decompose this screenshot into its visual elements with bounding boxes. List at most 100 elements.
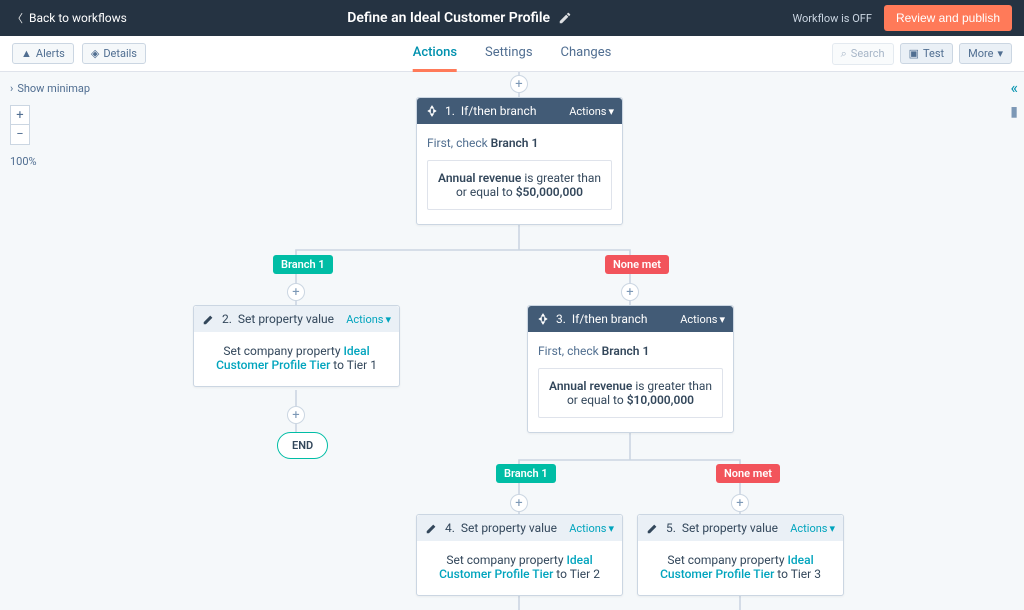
tab-actions[interactable]: Actions [413, 36, 457, 72]
minimap-label: Show minimap [17, 82, 90, 95]
card-header: 2. Set property value Actions ▾ [194, 306, 399, 332]
card-title-num: 4. [445, 521, 455, 535]
zoom-out-button[interactable]: − [10, 125, 30, 145]
card-header: 1. If/then branch Actions ▾ [417, 98, 622, 124]
rule-value: $10,000,000 [627, 393, 694, 407]
details-button[interactable]: ◈ Details [82, 43, 146, 64]
add-node-plus[interactable]: + [510, 494, 528, 512]
tab-settings[interactable]: Settings [485, 36, 532, 72]
chevron-left-icon: 〈 [12, 10, 23, 26]
back-to-workflows-link[interactable]: 〈 Back to workflows [12, 10, 127, 26]
branch-icon [425, 104, 439, 118]
none-met-badge-2[interactable]: None met [716, 464, 780, 483]
edit-icon [202, 312, 216, 326]
add-node-plus[interactable]: + [287, 406, 305, 424]
chevron-down-icon: ▾ [829, 522, 835, 535]
card-header: 4. Set property value Actions ▾ [417, 515, 622, 541]
chevron-down-icon: ▾ [385, 313, 391, 326]
node-setproperty-5[interactable]: 5. Set property value Actions ▾ Set comp… [637, 514, 844, 596]
rule-box: Annual revenue is greater than or equal … [538, 368, 723, 418]
actions-label: Actions [569, 522, 606, 535]
node-ifthen-1[interactable]: 1. If/then branch Actions ▾ First, check… [416, 97, 623, 225]
body-mid: to [330, 358, 346, 372]
card-actions-menu[interactable]: Actions ▾ [569, 522, 614, 535]
body-pre: Set company property [667, 553, 787, 567]
chevron-right-icon: › [10, 82, 13, 95]
card-header: 3. If/then branch Actions ▾ [528, 306, 733, 332]
actions-label: Actions [790, 522, 827, 535]
branch-badge-1[interactable]: Branch 1 [273, 255, 333, 274]
chevron-down-icon: ▾ [608, 105, 614, 118]
show-minimap-toggle[interactable]: › Show minimap [10, 82, 90, 95]
card-header: 5. Set property value Actions ▾ [638, 515, 843, 541]
app-header: 〈 Back to workflows Define an Ideal Cust… [0, 0, 1024, 36]
test-label: Test [923, 47, 944, 60]
search-icon: ⌕ [841, 47, 847, 61]
none-met-badge-1[interactable]: None met [605, 255, 669, 274]
chevron-down-icon: ▾ [719, 313, 725, 326]
card-body: Set company property Ideal Customer Prof… [194, 332, 399, 386]
add-node-plus[interactable]: + [287, 283, 305, 301]
actions-label: Actions [569, 105, 606, 118]
review-publish-button[interactable]: Review and publish [884, 5, 1012, 31]
card-body: First, check Branch 1 Annual revenue is … [528, 332, 733, 432]
actions-label: Actions [346, 313, 383, 326]
zoom-in-button[interactable]: + [10, 105, 30, 125]
more-button[interactable]: More ▾ [959, 43, 1012, 64]
body-mid: to [774, 567, 790, 581]
end-node: END [277, 432, 328, 459]
node-setproperty-2[interactable]: 2. Set property value Actions ▾ Set comp… [193, 305, 400, 387]
card-title: If/then branch [572, 312, 648, 326]
add-node-plus[interactable]: + [731, 494, 749, 512]
back-label: Back to workflows [29, 11, 127, 25]
alerts-label: Alerts [36, 47, 65, 60]
canvas-controls: › Show minimap + − 100% [10, 82, 90, 168]
card-body: Set company property Ideal Customer Prof… [417, 541, 622, 595]
edit-icon [646, 521, 660, 535]
edit-icon [425, 521, 439, 535]
search-button[interactable]: ⌕ Search [832, 43, 894, 65]
card-title: If/then branch [461, 104, 537, 118]
zoom-level: 100% [10, 155, 90, 168]
branch-icon [536, 312, 550, 326]
test-button[interactable]: ▣ Test [900, 43, 954, 64]
card-title: Set property value [461, 521, 557, 535]
rule-box: Annual revenue is greater than or equal … [427, 160, 612, 210]
check-prefix: First, check [427, 136, 491, 150]
person-icon: ▣ [909, 47, 919, 60]
edit-title-icon[interactable] [558, 11, 572, 25]
subnav-left: ▲ Alerts ◈ Details [12, 43, 146, 64]
details-label: Details [103, 47, 137, 60]
actions-label: Actions [680, 313, 717, 326]
subnav-right: ⌕ Search ▣ Test More ▾ [832, 43, 1012, 65]
add-node-plus[interactable]: + [621, 283, 639, 301]
add-node-plus[interactable]: + [510, 75, 528, 93]
collapse-panel-icon[interactable]: « [1010, 78, 1018, 97]
card-title-num: 1. [445, 104, 455, 118]
body-val: Tier 2 [570, 567, 600, 581]
check-branch: Branch 1 [491, 136, 539, 150]
rule-field: Annual revenue [438, 171, 521, 185]
more-label: More [968, 47, 993, 60]
node-setproperty-4[interactable]: 4. Set property value Actions ▾ Set comp… [416, 514, 623, 596]
comment-icon[interactable]: ▮ [1010, 104, 1018, 120]
card-actions-menu[interactable]: Actions ▾ [569, 105, 614, 118]
card-title: Set property value [238, 312, 334, 326]
card-actions-menu[interactable]: Actions ▾ [680, 313, 725, 326]
chevron-down-icon: ▾ [608, 522, 614, 535]
card-actions-menu[interactable]: Actions ▾ [790, 522, 835, 535]
card-body: First, check Branch 1 Annual revenue is … [417, 124, 622, 224]
workflow-title: Define an Ideal Customer Profile [347, 10, 550, 26]
header-right: Workflow is OFF Review and publish [792, 5, 1012, 31]
branch-badge-2[interactable]: Branch 1 [496, 464, 556, 483]
subnav-tabs: Actions Settings Changes [413, 36, 612, 72]
body-mid: to [553, 567, 569, 581]
card-actions-menu[interactable]: Actions ▾ [346, 313, 391, 326]
alerts-button[interactable]: ▲ Alerts [12, 43, 74, 64]
bell-icon: ▲ [21, 47, 32, 60]
workflow-canvas[interactable]: › Show minimap + − 100% « ▮ [0, 72, 1024, 610]
tab-changes[interactable]: Changes [561, 36, 612, 72]
node-ifthen-3[interactable]: 3. If/then branch Actions ▾ First, check… [527, 305, 734, 433]
search-label: Search [851, 47, 885, 60]
workflow-status: Workflow is OFF [792, 12, 872, 25]
